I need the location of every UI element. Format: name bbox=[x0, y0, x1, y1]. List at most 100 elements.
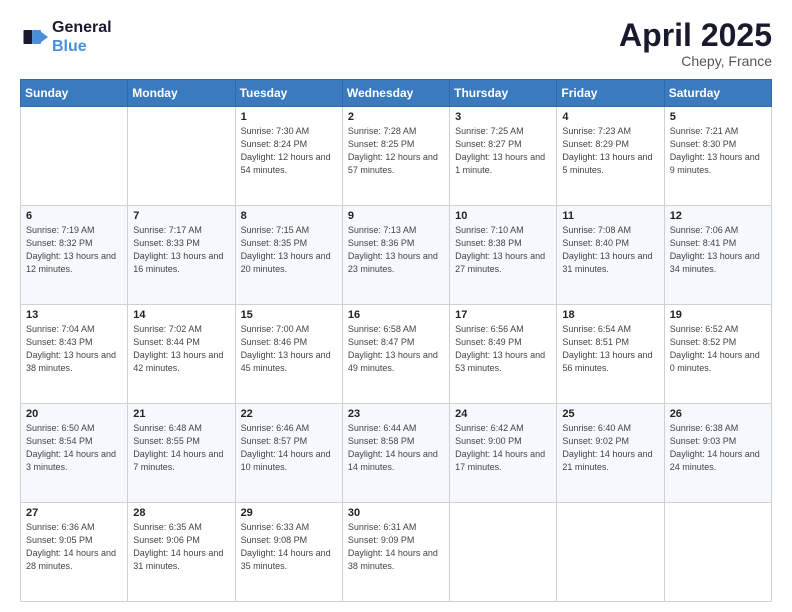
day-info: Sunrise: 6:33 AM Sunset: 9:08 PM Dayligh… bbox=[241, 521, 337, 573]
calendar-cell: 7 Sunrise: 7:17 AM Sunset: 8:33 PM Daylig… bbox=[128, 206, 235, 305]
calendar-week-3: 20Sunrise: 6:50 AM Sunset: 8:54 PM Dayli… bbox=[21, 404, 772, 503]
day-info: Sunrise: 7:19 AM Sunset: 8:32 PM Dayligh… bbox=[26, 224, 122, 276]
logo: General Blue bbox=[20, 18, 112, 56]
calendar-cell: 5Sunrise: 7:21 AM Sunset: 8:30 PM Daylig… bbox=[664, 107, 771, 206]
day-number: 29 bbox=[241, 507, 337, 519]
day-info: Sunrise: 7:30 AM Sunset: 8:24 PM Dayligh… bbox=[241, 125, 337, 177]
col-monday: Monday bbox=[128, 80, 235, 107]
calendar-cell bbox=[21, 107, 128, 206]
day-info: Sunrise: 6:54 AM Sunset: 8:51 PM Dayligh… bbox=[562, 323, 658, 375]
calendar-cell: 12 Sunrise: 7:06 AM Sunset: 8:41 PM Dayli… bbox=[664, 206, 771, 305]
day-number: 23 bbox=[348, 408, 444, 420]
day-info: Sunrise: 7:17 AM Sunset: 8:33 PM Dayligh… bbox=[133, 224, 229, 276]
location: Chepy, France bbox=[619, 53, 772, 69]
day-info: Sunrise: 6:35 AM Sunset: 9:06 PM Dayligh… bbox=[133, 521, 229, 573]
calendar-cell: 4 Sunrise: 7:23 AM Sunset: 8:29 PM Daylig… bbox=[557, 107, 664, 206]
day-info: Sunrise: 7:00 AM Sunset: 8:46 PM Dayligh… bbox=[241, 323, 337, 375]
day-info: Sunrise: 7:04 AM Sunset: 8:43 PM Dayligh… bbox=[26, 323, 122, 375]
day-number: 13 bbox=[26, 309, 122, 321]
col-friday: Friday bbox=[557, 80, 664, 107]
day-number: 3 bbox=[455, 111, 551, 123]
day-number: 6 bbox=[26, 210, 122, 222]
day-number: 28 bbox=[133, 507, 229, 519]
day-info: Sunrise: 7:06 AM Sunset: 8:41 PM Dayligh… bbox=[670, 224, 766, 276]
day-number: 30 bbox=[348, 507, 444, 519]
calendar-cell: 28 Sunrise: 6:35 AM Sunset: 9:06 PM Dayli… bbox=[128, 503, 235, 602]
day-number: 14 bbox=[133, 309, 229, 321]
day-info: Sunrise: 7:13 AM Sunset: 8:36 PM Dayligh… bbox=[348, 224, 444, 276]
day-info: Sunrise: 7:23 AM Sunset: 8:29 PM Dayligh… bbox=[562, 125, 658, 177]
day-number: 4 bbox=[562, 111, 658, 123]
calendar-cell bbox=[664, 503, 771, 602]
calendar-cell: 1 Sunrise: 7:30 AM Sunset: 8:24 PM Daylig… bbox=[235, 107, 342, 206]
day-info: Sunrise: 6:52 AM Sunset: 8:52 PM Dayligh… bbox=[670, 323, 766, 375]
day-number: 22 bbox=[241, 408, 337, 420]
day-number: 8 bbox=[241, 210, 337, 222]
calendar-cell: 17Sunrise: 6:56 AM Sunset: 8:49 PM Dayli… bbox=[450, 305, 557, 404]
day-info: Sunrise: 7:08 AM Sunset: 8:40 PM Dayligh… bbox=[562, 224, 658, 276]
day-info: Sunrise: 7:25 AM Sunset: 8:27 PM Dayligh… bbox=[455, 125, 551, 177]
day-info: Sunrise: 6:40 AM Sunset: 9:02 PM Dayligh… bbox=[562, 422, 658, 474]
page: General Blue April 2025 Chepy, France Su… bbox=[0, 0, 792, 612]
col-saturday: Saturday bbox=[664, 80, 771, 107]
day-info: Sunrise: 6:44 AM Sunset: 8:58 PM Dayligh… bbox=[348, 422, 444, 474]
calendar-cell: 27 Sunrise: 6:36 AM Sunset: 9:05 PM Dayli… bbox=[21, 503, 128, 602]
day-info: Sunrise: 6:36 AM Sunset: 9:05 PM Dayligh… bbox=[26, 521, 122, 573]
calendar-cell bbox=[450, 503, 557, 602]
day-info: Sunrise: 7:10 AM Sunset: 8:38 PM Dayligh… bbox=[455, 224, 551, 276]
calendar-cell: 24Sunrise: 6:42 AM Sunset: 9:00 PM Dayli… bbox=[450, 404, 557, 503]
day-number: 9 bbox=[348, 210, 444, 222]
calendar-cell: 14 Sunrise: 7:02 AM Sunset: 8:44 PM Dayli… bbox=[128, 305, 235, 404]
day-info: Sunrise: 7:02 AM Sunset: 8:44 PM Dayligh… bbox=[133, 323, 229, 375]
calendar-cell: 13 Sunrise: 7:04 AM Sunset: 8:43 PM Dayli… bbox=[21, 305, 128, 404]
col-sunday: Sunday bbox=[21, 80, 128, 107]
day-number: 20 bbox=[26, 408, 122, 420]
col-tuesday: Tuesday bbox=[235, 80, 342, 107]
col-thursday: Thursday bbox=[450, 80, 557, 107]
day-number: 12 bbox=[670, 210, 766, 222]
day-number: 7 bbox=[133, 210, 229, 222]
day-number: 16 bbox=[348, 309, 444, 321]
calendar-cell: 20Sunrise: 6:50 AM Sunset: 8:54 PM Dayli… bbox=[21, 404, 128, 503]
calendar-cell: 16 Sunrise: 6:58 AM Sunset: 8:47 PM Dayli… bbox=[342, 305, 449, 404]
day-number: 26 bbox=[670, 408, 766, 420]
calendar-cell: 15Sunrise: 7:00 AM Sunset: 8:46 PM Dayli… bbox=[235, 305, 342, 404]
day-number: 10 bbox=[455, 210, 551, 222]
day-info: Sunrise: 7:15 AM Sunset: 8:35 PM Dayligh… bbox=[241, 224, 337, 276]
calendar-cell: 3 Sunrise: 7:25 AM Sunset: 8:27 PM Daylig… bbox=[450, 107, 557, 206]
day-number: 19 bbox=[670, 309, 766, 321]
calendar-week-2: 13 Sunrise: 7:04 AM Sunset: 8:43 PM Dayli… bbox=[21, 305, 772, 404]
day-info: Sunrise: 6:38 AM Sunset: 9:03 PM Dayligh… bbox=[670, 422, 766, 474]
calendar-cell: 23 Sunrise: 6:44 AM Sunset: 8:58 PM Dayli… bbox=[342, 404, 449, 503]
month-title: April 2025 bbox=[619, 18, 772, 53]
calendar-cell: 26 Sunrise: 6:38 AM Sunset: 9:03 PM Dayli… bbox=[664, 404, 771, 503]
day-number: 1 bbox=[241, 111, 337, 123]
header: General Blue April 2025 Chepy, France bbox=[20, 18, 772, 69]
logo-text: General Blue bbox=[52, 18, 112, 56]
calendar-cell bbox=[128, 107, 235, 206]
calendar-cell: 6 Sunrise: 7:19 AM Sunset: 8:32 PM Daylig… bbox=[21, 206, 128, 305]
calendar-cell: 30 Sunrise: 6:31 AM Sunset: 9:09 PM Dayli… bbox=[342, 503, 449, 602]
col-wednesday: Wednesday bbox=[342, 80, 449, 107]
calendar-cell: 2Sunrise: 7:28 AM Sunset: 8:25 PM Daylig… bbox=[342, 107, 449, 206]
calendar-cell: 11Sunrise: 7:08 AM Sunset: 8:40 PM Dayli… bbox=[557, 206, 664, 305]
day-info: Sunrise: 6:58 AM Sunset: 8:47 PM Dayligh… bbox=[348, 323, 444, 375]
day-number: 27 bbox=[26, 507, 122, 519]
day-number: 18 bbox=[562, 309, 658, 321]
day-info: Sunrise: 6:31 AM Sunset: 9:09 PM Dayligh… bbox=[348, 521, 444, 573]
calendar-cell: 25 Sunrise: 6:40 AM Sunset: 9:02 PM Dayli… bbox=[557, 404, 664, 503]
calendar-cell: 18 Sunrise: 6:54 AM Sunset: 8:51 PM Dayli… bbox=[557, 305, 664, 404]
calendar-cell bbox=[557, 503, 664, 602]
day-info: Sunrise: 7:28 AM Sunset: 8:25 PM Dayligh… bbox=[348, 125, 444, 177]
calendar-header-row: Sunday Monday Tuesday Wednesday Thursday… bbox=[21, 80, 772, 107]
day-number: 25 bbox=[562, 408, 658, 420]
calendar-cell: 29 Sunrise: 6:33 AM Sunset: 9:08 PM Dayli… bbox=[235, 503, 342, 602]
calendar-table: Sunday Monday Tuesday Wednesday Thursday… bbox=[20, 79, 772, 602]
day-info: Sunrise: 6:48 AM Sunset: 8:55 PM Dayligh… bbox=[133, 422, 229, 474]
day-info: Sunrise: 6:46 AM Sunset: 8:57 PM Dayligh… bbox=[241, 422, 337, 474]
calendar-week-1: 6 Sunrise: 7:19 AM Sunset: 8:32 PM Daylig… bbox=[21, 206, 772, 305]
logo-icon bbox=[20, 23, 48, 51]
calendar-week-4: 27 Sunrise: 6:36 AM Sunset: 9:05 PM Dayli… bbox=[21, 503, 772, 602]
day-number: 21 bbox=[133, 408, 229, 420]
day-info: Sunrise: 6:56 AM Sunset: 8:49 PM Dayligh… bbox=[455, 323, 551, 375]
